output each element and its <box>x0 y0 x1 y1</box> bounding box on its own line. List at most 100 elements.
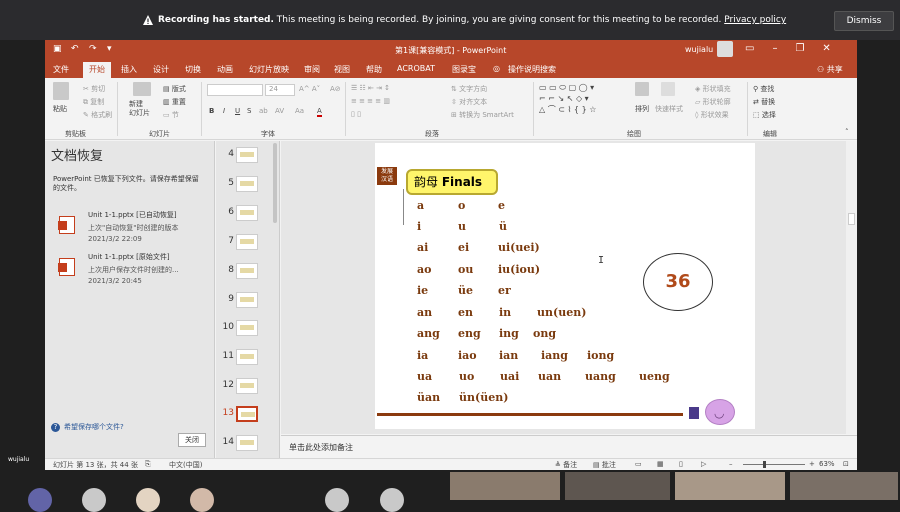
slide-thumbnail[interactable]: 4 <box>216 147 276 171</box>
recovered-file-original[interactable]: Unit 1-1.pptx [原始文件] 上次用户保存文件时创建的... 202… <box>57 252 207 292</box>
section-button[interactable]: ▭ 节 <box>163 110 179 120</box>
select-button[interactable]: ⬚ 选择 <box>753 110 776 120</box>
align-text-button[interactable]: ⇳ 对齐文本 <box>451 97 487 107</box>
slide-thumbnail[interactable]: 11 <box>216 349 276 373</box>
quick-styles-icon[interactable] <box>661 82 675 96</box>
collapse-ribbon-icon[interactable]: ˄ <box>845 128 849 136</box>
tab-slideshow[interactable]: 幻灯片放映 <box>249 64 289 75</box>
slideshow-icon[interactable]: ▷ <box>701 460 706 468</box>
tell-me-search[interactable]: 操作说明搜索 <box>508 64 556 75</box>
shapes-gallery[interactable]: ▭ ▭ ⬭ ▢ ◯ ▾ ⌐ ⌐ ↘ ↖ ◇ ▾ △ ⌒ ⊂ ⌇ { } ☆ <box>539 82 596 115</box>
tab-help[interactable]: 帮助 <box>366 64 382 75</box>
share-button[interactable]: ⚇ 共享 <box>817 64 843 75</box>
paste-icon[interactable] <box>53 82 69 100</box>
replace-button[interactable]: ⇄ 替换 <box>753 97 775 107</box>
tab-insert[interactable]: 插入 <box>121 64 137 75</box>
participant-video[interactable] <box>450 472 560 500</box>
copy-button[interactable]: ⧉ 复制 <box>83 97 104 107</box>
clear-format-icon[interactable]: A⊘ <box>330 85 341 93</box>
find-button[interactable]: ⚲ 查找 <box>753 84 774 94</box>
avatar[interactable] <box>136 488 160 512</box>
layout-button[interactable]: ▤ 版式 <box>163 84 186 94</box>
notes-pane[interactable]: 单击此处添加备注 <box>281 435 857 459</box>
shape-effects-button[interactable]: ◊ 形状效果 <box>695 110 729 120</box>
which-file-help-link[interactable]: ? 希望保存哪个文件? <box>51 422 124 432</box>
maximize-icon[interactable]: ❐ <box>795 43 804 54</box>
avatar[interactable] <box>82 488 106 512</box>
redo-icon[interactable]: ↷ <box>89 44 99 54</box>
avatar[interactable] <box>28 488 52 512</box>
format-painter-button[interactable]: ✎ 格式刷 <box>83 110 112 120</box>
save-icon[interactable]: ▣ <box>53 44 63 54</box>
new-slide-button[interactable]: 新建 幻灯片 <box>129 100 150 118</box>
italic-button[interactable]: I <box>223 107 225 115</box>
reset-button[interactable]: ▥ 重置 <box>163 97 186 107</box>
shadow-button[interactable]: ab <box>259 107 268 115</box>
recovered-file-autosaved[interactable]: Unit 1-1.pptx [已自动恢复] 上次"自动恢复"时创建的版本 202… <box>57 210 207 250</box>
tab-tulubao[interactable]: 图录宝 <box>452 64 476 75</box>
change-case-button[interactable]: Aa <box>295 107 304 115</box>
zoom-slider-thumb[interactable] <box>763 461 766 468</box>
language-indicator[interactable]: 中文(中国) <box>169 460 202 470</box>
arrange-icon[interactable] <box>635 82 649 96</box>
font-name-box[interactable] <box>207 84 263 96</box>
slide-thumbnail[interactable]: 8 <box>216 263 276 287</box>
bullets-button[interactable]: ☰ ☷ ⇤ ⇥ ↕ <box>351 84 390 92</box>
spellcheck-icon[interactable]: ⎘ <box>145 460 151 469</box>
char-spacing-button[interactable]: AV <box>275 107 284 115</box>
avatar[interactable] <box>380 488 404 512</box>
zoom-slider[interactable] <box>743 464 805 465</box>
font-size-box[interactable]: 24 <box>265 84 295 96</box>
underline-button[interactable]: U <box>235 107 240 115</box>
avatar[interactable] <box>325 488 349 512</box>
slide-title[interactable]: 韵母 Finals <box>406 169 498 195</box>
minimize-icon[interactable]: – <box>772 43 777 54</box>
arrange-button[interactable]: 排列 <box>635 104 649 114</box>
customize-icon[interactable]: ▾ <box>107 44 117 54</box>
tab-review[interactable]: 审阅 <box>304 64 320 75</box>
paste-button[interactable]: 粘贴 <box>53 104 67 114</box>
bold-button[interactable]: B <box>209 107 214 115</box>
slide-thumbnail[interactable]: 6 <box>216 205 276 229</box>
columns-button[interactable]: ▯ ▯ <box>351 110 361 118</box>
avatar[interactable] <box>190 488 214 512</box>
ribbon-options-icon[interactable]: ▭ <box>745 43 754 54</box>
tab-transitions[interactable]: 切换 <box>185 64 201 75</box>
shape-fill-button[interactable]: ◈ 形状填充 <box>695 84 731 94</box>
participant-video[interactable] <box>565 472 670 500</box>
align-buttons[interactable]: ≡ ≡ ≡ ≡ ▥ <box>351 97 390 105</box>
font-color-button[interactable]: A <box>317 107 322 117</box>
slide-thumbnail[interactable]: 5 <box>216 176 276 200</box>
participant-video[interactable] <box>675 472 785 500</box>
reading-view-icon[interactable]: ▯ <box>679 460 683 468</box>
zoom-in-icon[interactable]: + <box>809 460 815 468</box>
zoom-level[interactable]: 63% <box>819 460 835 468</box>
dismiss-button[interactable]: Dismiss <box>834 11 894 31</box>
slide-thumbnail-active[interactable]: 13 <box>216 406 276 430</box>
tab-design[interactable]: 设计 <box>153 64 169 75</box>
slide-thumbnail[interactable]: 12 <box>216 378 276 402</box>
cut-button[interactable]: ✂ 剪切 <box>83 84 105 94</box>
smartart-button[interactable]: ⊞ 转换为 SmartArt <box>451 110 514 120</box>
notes-button[interactable]: ≜ 备注 <box>555 460 577 470</box>
avatar[interactable] <box>717 41 733 57</box>
tab-view[interactable]: 视图 <box>334 64 350 75</box>
undo-icon[interactable]: ↶ <box>71 44 81 54</box>
close-icon[interactable]: ✕ <box>822 43 830 54</box>
comments-button[interactable]: ▤ 批注 <box>593 460 616 470</box>
editor-vertical-scrollbar[interactable] <box>846 141 857 434</box>
slide-sorter-icon[interactable]: ▦ <box>657 460 664 468</box>
slide-thumbnail[interactable]: 10 <box>216 320 276 344</box>
shape-outline-button[interactable]: ▱ 形状轮廓 <box>695 97 731 107</box>
slide-thumbnail[interactable]: 9 <box>216 292 276 316</box>
zoom-out-icon[interactable]: – <box>729 460 733 468</box>
current-slide[interactable]: 发展 汉语 韵母 Finals a o e i u ü ai ei ui(uei… <box>375 143 755 429</box>
privacy-policy-link[interactable]: Privacy policy <box>724 15 786 25</box>
grow-font-button[interactable]: A^ A˅ <box>299 85 320 93</box>
scrollbar-thumb[interactable] <box>848 213 855 225</box>
close-recovery-button[interactable]: 关闭 <box>178 433 206 447</box>
thumbnails-scrollbar[interactable] <box>273 143 277 223</box>
strikethrough-button[interactable]: S <box>247 107 251 115</box>
new-slide-icon[interactable] <box>133 82 151 96</box>
tab-acrobat[interactable]: ACROBAT <box>397 64 435 73</box>
